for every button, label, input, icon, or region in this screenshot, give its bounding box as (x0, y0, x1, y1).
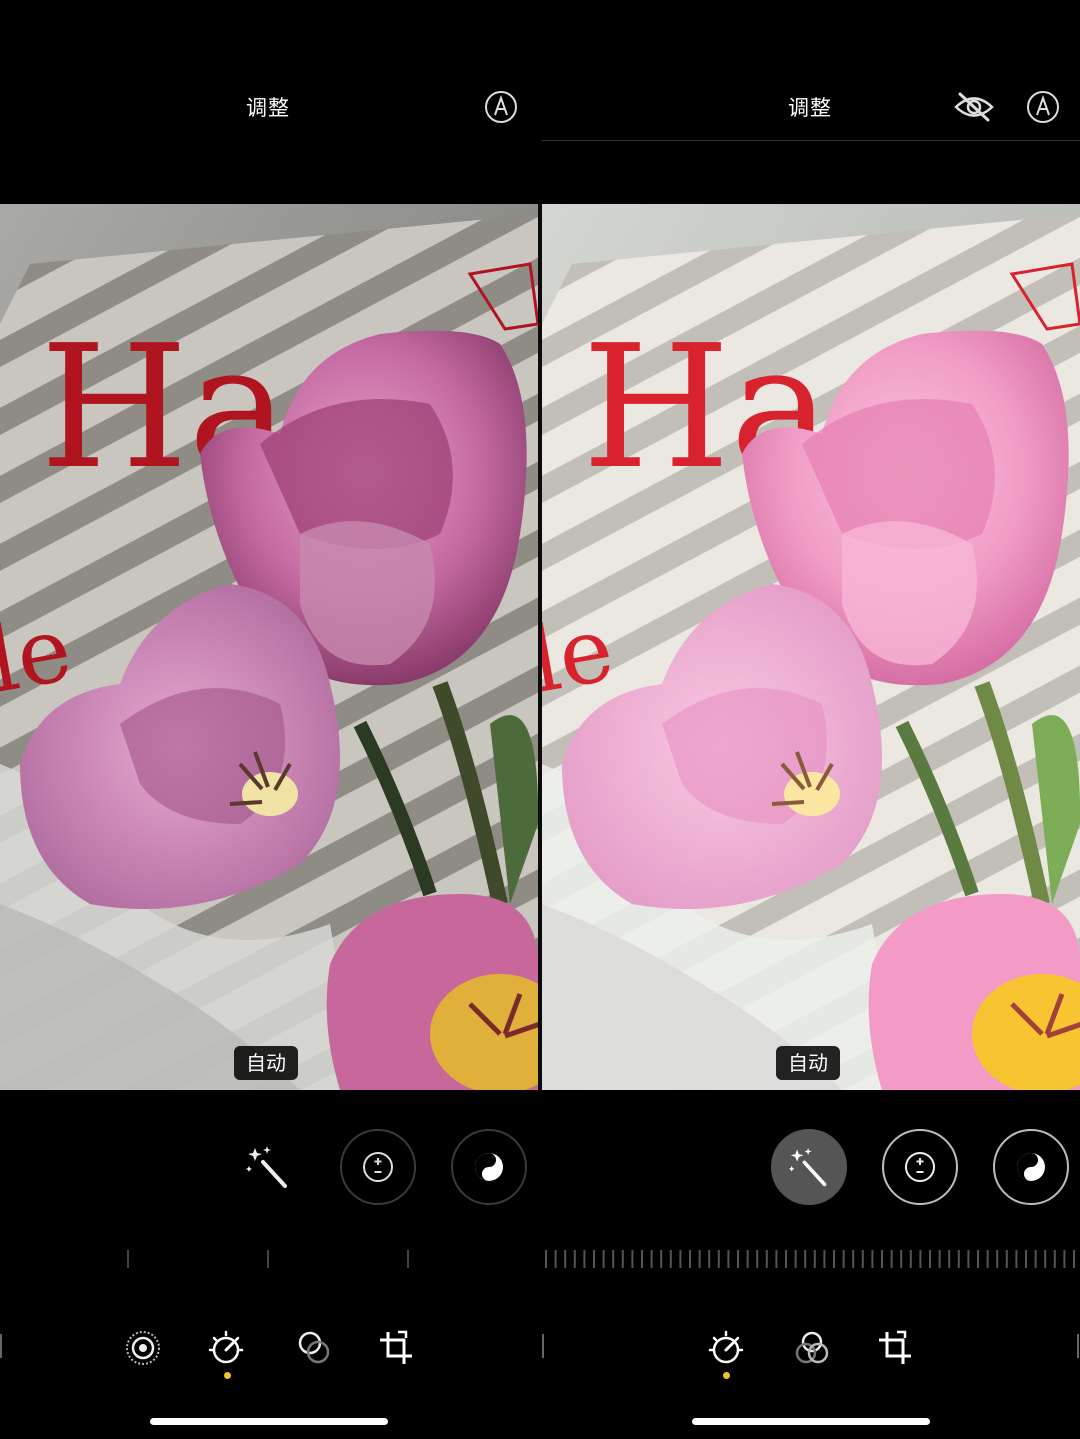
exposure-tool-button[interactable] (882, 1129, 958, 1205)
active-tab-indicator (723, 1372, 730, 1379)
brilliance-icon (475, 1153, 503, 1181)
magic-wand-icon[interactable] (245, 1144, 291, 1190)
left-editor-pane: 调整 Ha le 自动 (0, 0, 540, 1439)
scroll-edge-mark (1077, 1334, 1079, 1358)
active-tab-indicator (224, 1372, 231, 1379)
markup-icon[interactable] (484, 90, 518, 124)
home-indicator (692, 1418, 930, 1425)
right-editor-pane: 调整 Ha le 自动 (542, 0, 1080, 1439)
page-title: 调整 (246, 96, 290, 120)
adjust-icon[interactable] (206, 1328, 246, 1368)
photo-preview-original[interactable]: Ha le (0, 204, 538, 1090)
photo-preview-auto-enhanced[interactable]: Ha le (542, 204, 1080, 1090)
exposure-icon (905, 1152, 935, 1182)
adjustment-slider[interactable] (120, 1250, 420, 1268)
eye-slash-icon[interactable] (953, 90, 995, 124)
auto-enhance-button[interactable] (771, 1129, 847, 1205)
exposure-icon (363, 1152, 393, 1182)
scroll-edge-mark (0, 1334, 2, 1358)
exposure-tool-button[interactable] (340, 1129, 416, 1205)
home-indicator (150, 1418, 388, 1425)
filters-icon[interactable] (294, 1328, 334, 1368)
filters-icon[interactable] (792, 1328, 832, 1368)
auto-badge: 自动 (234, 1046, 298, 1080)
adjustment-slider[interactable] (542, 1250, 1080, 1268)
brilliance-tool-button[interactable] (451, 1129, 527, 1205)
crop-icon[interactable] (875, 1328, 915, 1368)
crop-icon[interactable] (376, 1328, 416, 1368)
header-divider (542, 140, 1080, 141)
markup-icon[interactable] (1026, 90, 1060, 124)
scroll-edge-mark (542, 1334, 544, 1358)
adjust-icon[interactable] (706, 1328, 746, 1368)
magic-wand-icon (788, 1147, 827, 1187)
live-photo-icon[interactable] (123, 1328, 163, 1368)
brilliance-tool-button[interactable] (993, 1129, 1069, 1205)
brilliance-icon (1017, 1153, 1045, 1181)
page-title: 调整 (788, 96, 832, 120)
auto-badge: 自动 (776, 1046, 840, 1080)
